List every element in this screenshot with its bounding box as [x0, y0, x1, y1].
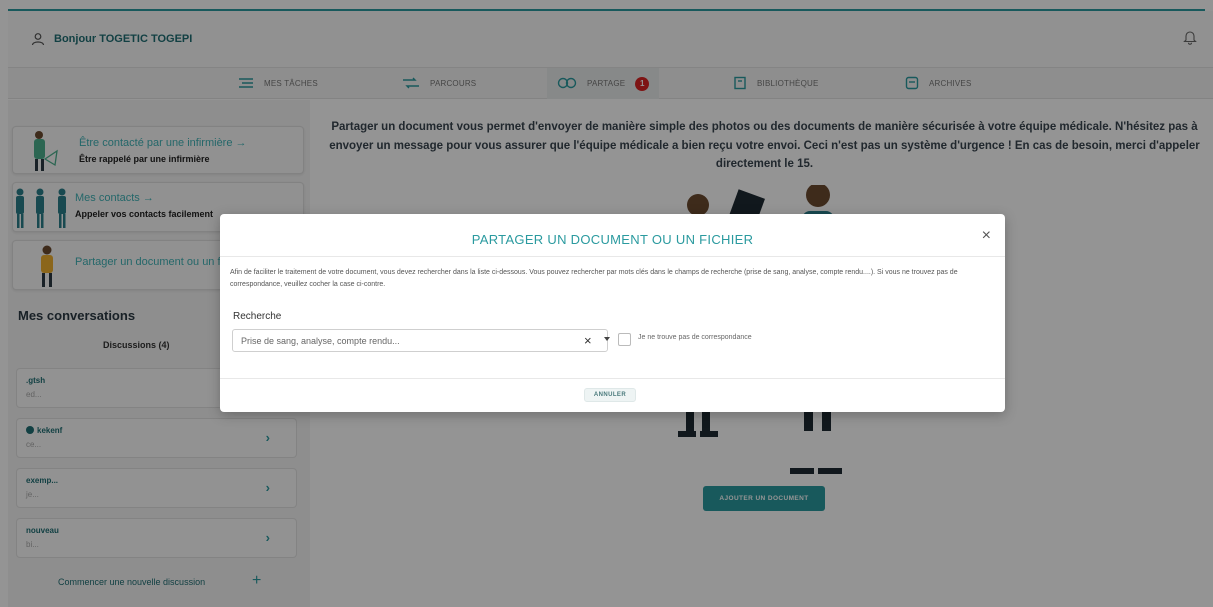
share-document-modal: PARTAGER UN DOCUMENT OU UN FICHIER × Afi… [220, 214, 1005, 412]
search-input[interactable] [241, 330, 561, 351]
search-label: Recherche [233, 311, 282, 322]
modal-divider [220, 378, 1005, 379]
clear-icon[interactable]: × [584, 333, 592, 348]
search-select[interactable]: × [232, 329, 610, 352]
no-match-label: Je ne trouve pas de correspondance [638, 334, 752, 341]
chevron-down-icon[interactable] [604, 337, 610, 341]
modal-title: PARTAGER UN DOCUMENT OU UN FICHIER [471, 232, 754, 247]
no-match-checkbox[interactable] [618, 333, 631, 346]
modal-description: Afin de faciliter le traitement de votre… [230, 269, 958, 288]
close-icon[interactable]: × [982, 227, 991, 245]
modal-divider [220, 256, 1005, 257]
cancel-button[interactable]: ANNULER [584, 388, 636, 402]
